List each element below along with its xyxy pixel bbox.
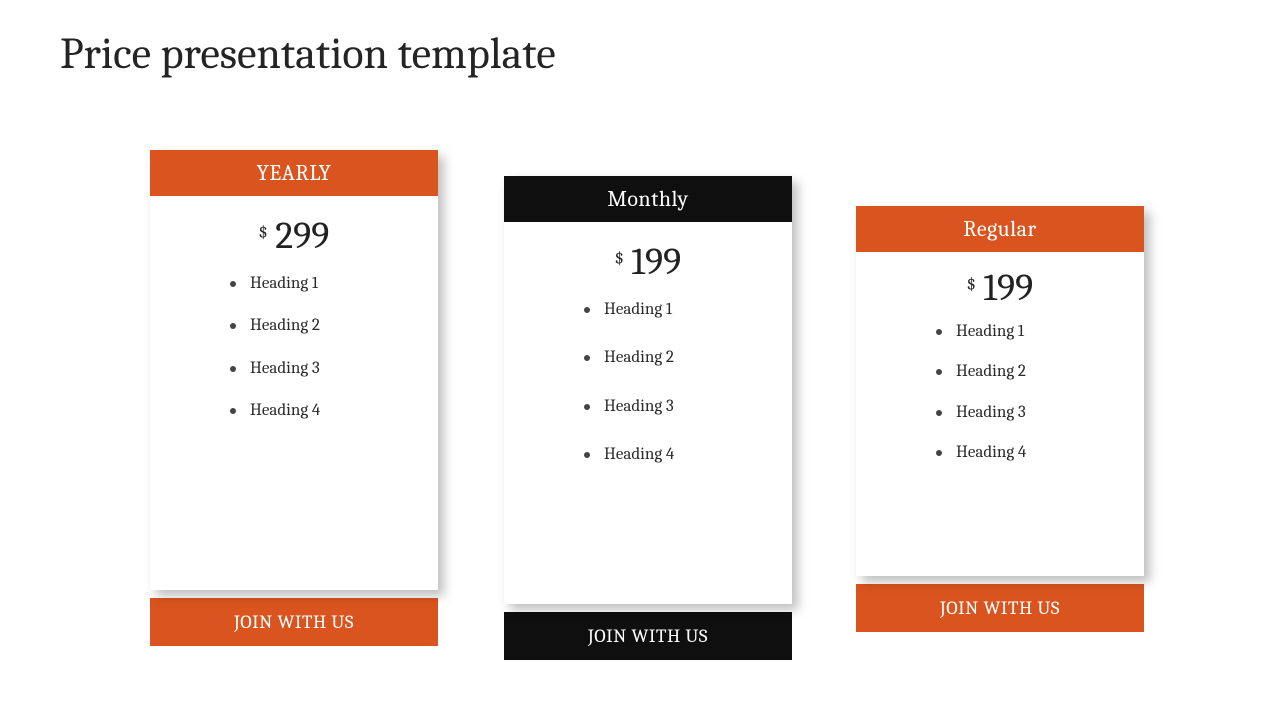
pricing-card-monthly: Monthly $ 199 Heading 1 Heading 2 Headin… — [504, 176, 792, 660]
list-item: Heading 3 — [936, 403, 1144, 423]
list-item: Heading 2 — [230, 316, 438, 336]
tier-label: YEARLY — [150, 150, 438, 196]
join-button[interactable]: JOIN WITH US — [856, 584, 1144, 632]
list-item: Heading 1 — [584, 300, 792, 320]
pricing-card-regular: Regular $ 199 Heading 1 Heading 2 Headin… — [856, 206, 1144, 632]
list-item: Heading 4 — [936, 443, 1144, 463]
slide-title: Price presentation template — [60, 28, 556, 79]
feature-list: Heading 1 Heading 2 Heading 3 Heading 4 — [856, 318, 1144, 464]
join-button[interactable]: JOIN WITH US — [150, 598, 438, 646]
price: $ 299 — [150, 196, 438, 270]
currency-symbol: $ — [259, 222, 268, 243]
list-item: Heading 4 — [584, 445, 792, 465]
currency-symbol: $ — [967, 274, 976, 295]
card-body: Regular $ 199 Heading 1 Heading 2 Headin… — [856, 206, 1144, 576]
tier-label: Monthly — [504, 176, 792, 222]
list-item: Heading 1 — [230, 274, 438, 294]
list-item: Heading 3 — [230, 359, 438, 379]
price: $ 199 — [856, 252, 1144, 318]
pricing-card-yearly: YEARLY $ 299 Heading 1 Heading 2 Heading… — [150, 150, 438, 646]
price-amount: 299 — [275, 214, 329, 258]
list-item: Heading 3 — [584, 397, 792, 417]
list-item: Heading 1 — [936, 322, 1144, 342]
feature-list: Heading 1 Heading 2 Heading 3 Heading 4 — [150, 270, 438, 422]
price-amount: 199 — [983, 266, 1033, 310]
join-button[interactable]: JOIN WITH US — [504, 612, 792, 660]
feature-list: Heading 1 Heading 2 Heading 3 Heading 4 — [504, 296, 792, 466]
price-amount: 199 — [631, 240, 681, 284]
list-item: Heading 2 — [584, 348, 792, 368]
list-item: Heading 2 — [936, 362, 1144, 382]
price: $ 199 — [504, 222, 792, 296]
list-item: Heading 4 — [230, 401, 438, 421]
tier-label: Regular — [856, 206, 1144, 252]
card-body: Monthly $ 199 Heading 1 Heading 2 Headin… — [504, 176, 792, 604]
pricing-cards: YEARLY $ 299 Heading 1 Heading 2 Heading… — [0, 150, 1280, 690]
card-body: YEARLY $ 299 Heading 1 Heading 2 Heading… — [150, 150, 438, 590]
currency-symbol: $ — [615, 248, 624, 269]
